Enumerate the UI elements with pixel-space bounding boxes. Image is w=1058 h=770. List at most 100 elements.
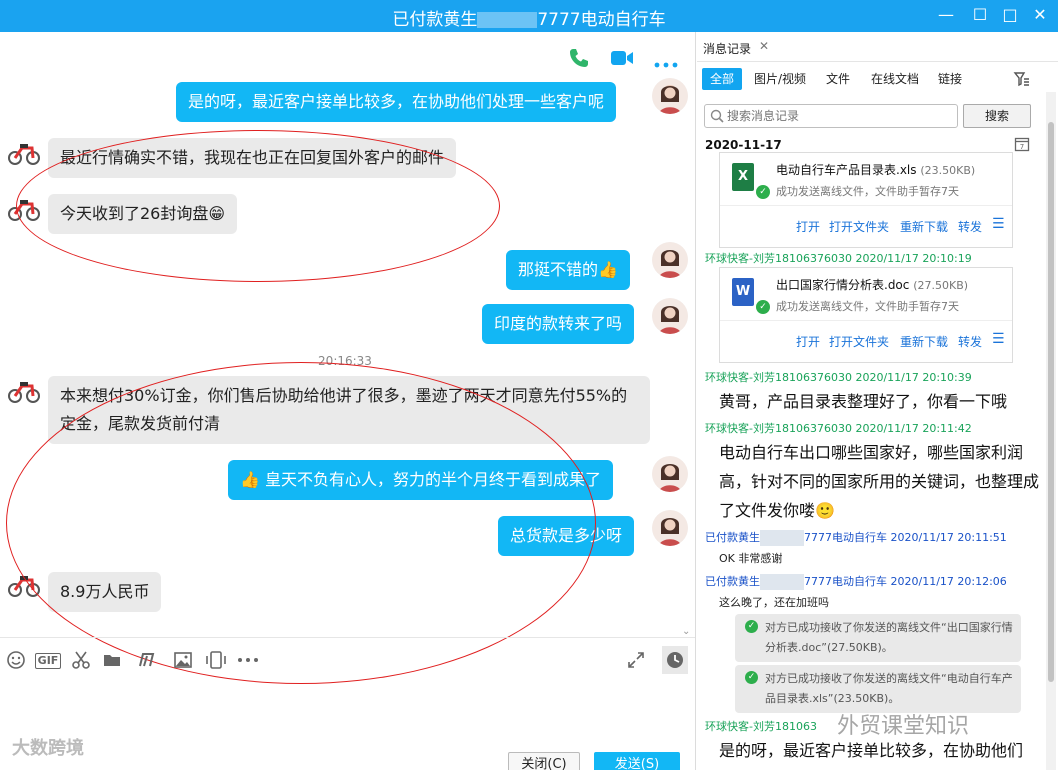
redacted-block <box>477 12 538 28</box>
history-message: 电动自行车出口哪些国家好，哪些国家利润高，针对不同的国家所用的关键词，也整理成了… <box>719 443 1040 520</box>
contact-avatar[interactable] <box>6 372 42 408</box>
search-field[interactable] <box>704 104 958 128</box>
file-card[interactable]: W ✓ 出口国家行情分析表.doc (27.50KB) 成功发送离线文件，文件助… <box>719 267 1013 363</box>
chat-toolbar: GIF <box>0 637 695 681</box>
restore-button[interactable]: ☐ <box>968 3 992 27</box>
search-input[interactable] <box>727 107 953 125</box>
file-status: 成功发送离线文件，文件助手暂存7天 <box>776 300 959 313</box>
check-icon: ✓ <box>745 671 758 684</box>
excel-file-icon: X <box>732 163 754 191</box>
divider <box>697 61 1058 62</box>
file-card[interactable]: X ✓ 电动自行车产品目录表.xls (23.50KB) 成功发送离线文件，文件… <box>719 152 1013 248</box>
scroll-down-icon[interactable]: ⌄ <box>682 626 690 637</box>
emoji-icon[interactable] <box>5 650 27 672</box>
message-bubble-outgoing: 总货款是多少呀 <box>498 516 635 556</box>
redacted-block <box>760 574 804 590</box>
my-avatar[interactable] <box>652 298 688 334</box>
system-notice: ✓ 对方已成功接收了你发送的离线文件“出口国家行情分析表.doc”(27.50K… <box>735 614 1021 662</box>
message-timestamp: 20:16:33 <box>318 354 372 368</box>
scroll-thumb[interactable] <box>1048 122 1054 682</box>
check-icon: ✓ <box>756 185 770 199</box>
redownload-link[interactable]: 重新下载 <box>900 218 948 235</box>
search-button[interactable]: 搜索 <box>963 104 1031 128</box>
message-bubble-outgoing: 那挺不错的👍 <box>506 250 630 290</box>
message-input[interactable] <box>0 682 695 770</box>
expand-icon[interactable] <box>625 650 647 672</box>
file-actions: 打开 打开文件夹 重新下载 转发 ☰ <box>720 205 1012 248</box>
history-message: 黄哥，产品目录表整理好了，你看一下哦 <box>719 392 1008 411</box>
gif-icon[interactable]: GIF <box>35 653 61 669</box>
watermark: 大数跨境 <box>12 738 84 759</box>
file-status: 成功发送离线文件，文件助手暂存7天 <box>776 185 959 198</box>
message-bubble-outgoing: 👍 皇天不负有心人，努力的半个月终于看到成果了 <box>228 460 614 500</box>
my-avatar[interactable] <box>652 242 688 278</box>
message-bubble-incoming: 今天收到了26封询盘😁 <box>48 194 238 234</box>
word-file-icon: W <box>732 278 754 306</box>
check-icon: ✓ <box>756 300 770 314</box>
filter-all[interactable]: 全部 <box>702 68 743 90</box>
more-icon[interactable] <box>236 650 260 672</box>
video-icon[interactable] <box>609 46 635 70</box>
chat-pane: 是的呀，最近客户接单比较多，在协助他们处理一些客户呢 最近行情确实不错，我现在也… <box>0 32 696 770</box>
watermark: 外贸课堂知识 <box>837 714 970 739</box>
calendar-icon[interactable]: 7 <box>1014 136 1030 156</box>
message-bubble-incoming: 本来想付30%订金，你们售后协助给他讲了很多，墨迹了两天才同意先付55%的定金，… <box>48 376 650 444</box>
title-prefix: 已付款黄生 <box>392 10 478 30</box>
maximize-button[interactable]: □ <box>998 3 1022 27</box>
filter-files[interactable]: 文件 <box>818 68 858 90</box>
window-title: 已付款黄生 7777电动自行车 <box>0 5 1058 30</box>
my-avatar[interactable] <box>652 78 688 114</box>
message-bubble-incoming: 8.9万人民币 <box>48 572 162 612</box>
phone-icon[interactable] <box>567 46 591 70</box>
message-bubble-outgoing: 是的呀，最近客户接单比较多，在协助他们处理一些客户呢 <box>176 82 617 122</box>
check-icon: ✓ <box>745 620 758 633</box>
more-icon[interactable] <box>654 54 678 68</box>
filter-online-docs[interactable]: 在线文档 <box>863 68 927 90</box>
menu-icon[interactable]: ☰ <box>992 331 1005 347</box>
menu-icon[interactable]: ☰ <box>992 216 1005 232</box>
message-bubble-outgoing: 印度的款转来了吗 <box>482 304 635 344</box>
history-message: OK 非常感谢 <box>719 552 783 565</box>
svg-text:7: 7 <box>1020 143 1024 151</box>
file-name: 出口国家行情分析表.doc (27.50KB) <box>776 278 969 292</box>
history-pane: 消息记录 ✕ 全部 图片/视频 文件 在线文档 链接 搜索 2020-11-17… <box>697 32 1058 770</box>
forward-link[interactable]: 转发 <box>958 218 982 235</box>
close-icon[interactable]: ✕ <box>759 39 769 53</box>
search-icon <box>710 108 724 127</box>
my-avatar[interactable] <box>652 510 688 546</box>
date-header: 2020-11-17 <box>705 138 782 152</box>
filter-icon[interactable] <box>1013 70 1031 92</box>
open-file-link[interactable]: 打开 <box>796 333 820 350</box>
open-folder-link[interactable]: 打开文件夹 <box>829 333 889 350</box>
history-message: 是的呀，最近客户接单比较多，在协助他们 <box>719 741 1024 760</box>
redownload-link[interactable]: 重新下载 <box>900 333 948 350</box>
shake-icon[interactable] <box>204 650 226 672</box>
image-icon[interactable] <box>172 650 194 672</box>
title-bar: 已付款黄生 7777电动自行车 — ☐ □ ✕ <box>0 0 1058 32</box>
title-suffix: 7777电动自行车 <box>537 10 666 30</box>
filter-images-video[interactable]: 图片/视频 <box>746 68 814 90</box>
file-name: 电动自行车产品目录表.xls (23.50KB) <box>776 163 976 177</box>
music-icon[interactable] <box>136 650 158 672</box>
contact-avatar[interactable] <box>6 134 42 170</box>
open-file-link[interactable]: 打开 <box>796 218 820 235</box>
send-button[interactable]: 发送(S) <box>594 752 680 770</box>
contact-avatar[interactable] <box>6 190 42 226</box>
sender-line: 环球快客-刘芳181063 <box>705 720 817 733</box>
scrollbar[interactable] <box>1046 92 1056 770</box>
system-notice: ✓ 对方已成功接收了你发送的离线文件“电动自行车产品目录表.xls”(23.50… <box>735 665 1021 713</box>
open-folder-link[interactable]: 打开文件夹 <box>829 218 889 235</box>
my-avatar[interactable] <box>652 456 688 492</box>
contact-avatar[interactable] <box>6 566 42 602</box>
tab-message-history[interactable]: 消息记录 <box>703 40 751 57</box>
scissors-icon[interactable] <box>70 650 92 672</box>
filter-links[interactable]: 链接 <box>930 68 970 90</box>
minimize-button[interactable]: — <box>934 3 958 27</box>
forward-link[interactable]: 转发 <box>958 333 982 350</box>
history-icon[interactable] <box>662 646 688 674</box>
close-button[interactable]: ✕ <box>1028 3 1052 27</box>
folder-icon[interactable] <box>101 650 123 672</box>
close-chat-button[interactable]: 关闭(C) <box>508 752 580 770</box>
sender-line: 已付款黄生 7777电动自行车 2020/11/17 20:12:06 <box>705 574 1007 590</box>
file-actions: 打开 打开文件夹 重新下载 转发 ☰ <box>720 320 1012 363</box>
